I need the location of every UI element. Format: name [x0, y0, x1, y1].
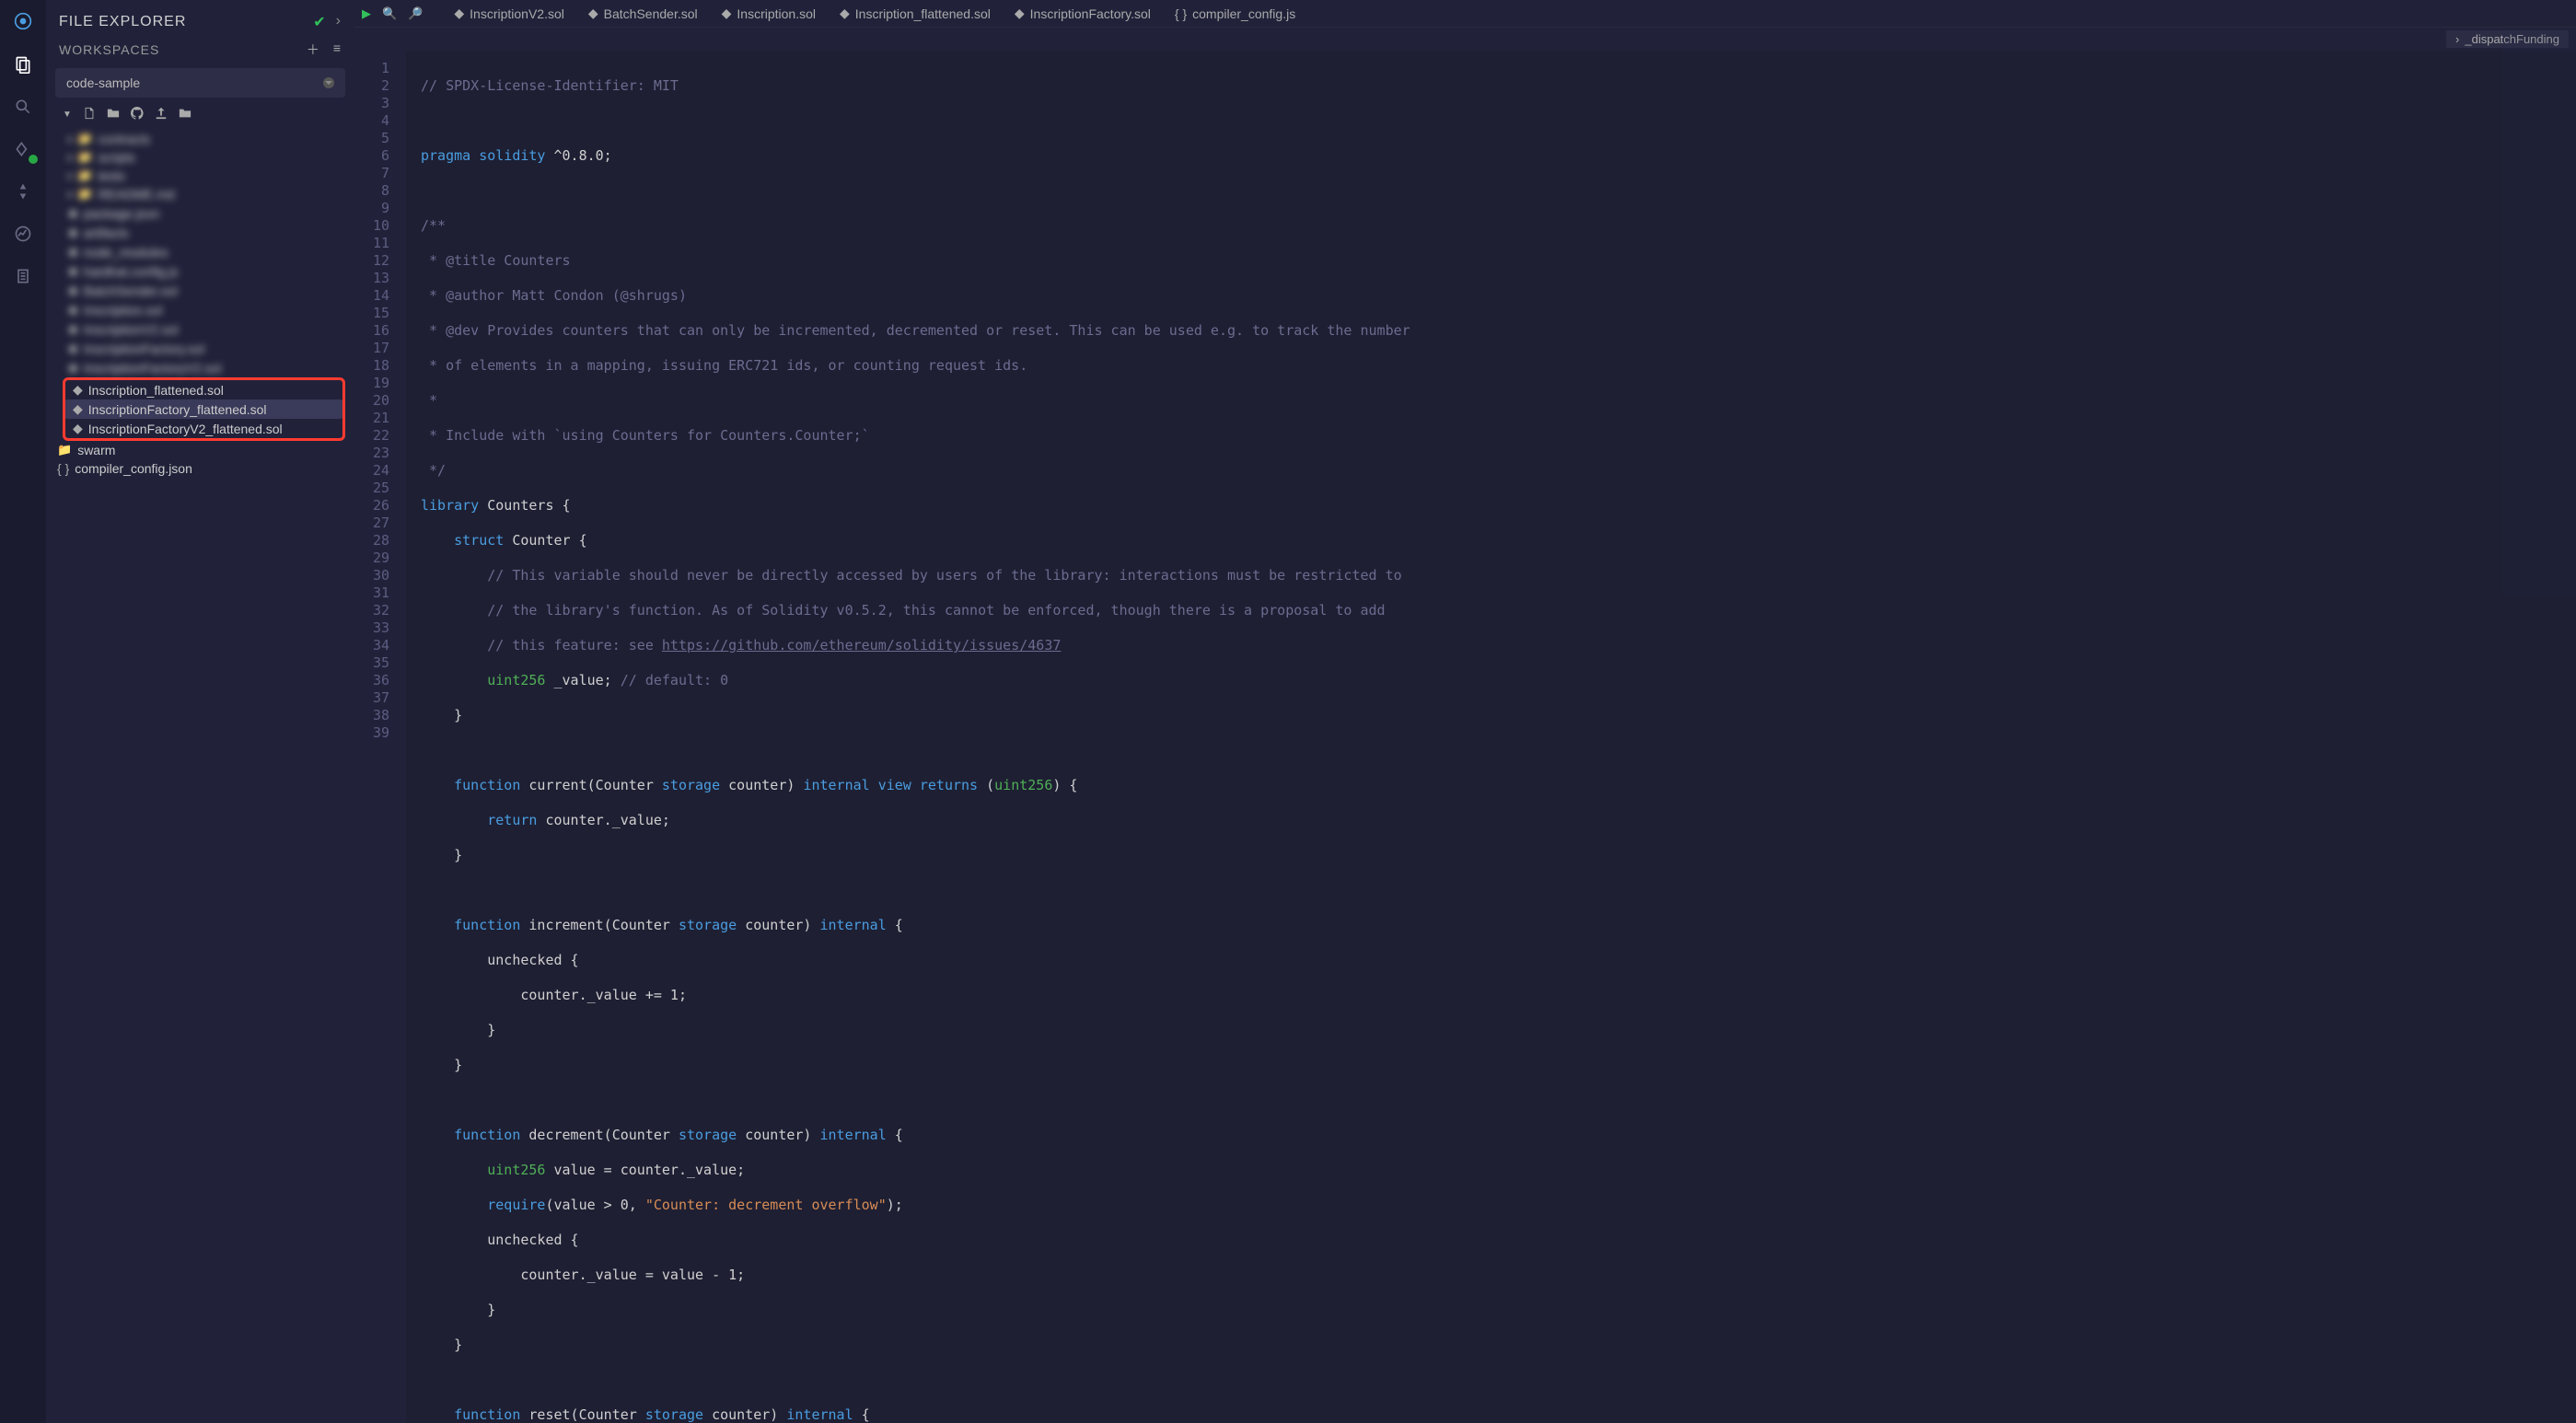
file-toolbar: ▼ [55, 103, 345, 126]
code-editor[interactable]: 1234567891011121314151617181920212223242… [354, 51, 2576, 1423]
tree-file[interactable]: ◆node_modules [64, 242, 345, 261]
tree-file[interactable]: ◆artifacts [64, 223, 345, 242]
chevron-right-icon[interactable]: › [336, 13, 342, 31]
play-icon[interactable]: ▶ [362, 6, 371, 21]
zoom-out-icon[interactable]: 🔍 [382, 6, 397, 21]
menu-icon[interactable]: ≡ [333, 40, 342, 59]
chevron-down-icon [323, 77, 334, 88]
tree-file[interactable]: ◆BatchSender.sol [64, 281, 345, 300]
deploy-icon[interactable] [10, 179, 36, 204]
check-icon[interactable]: ✔ [313, 13, 326, 31]
tab-inscription[interactable]: ◆Inscription.sol [711, 0, 827, 27]
upload-icon[interactable] [155, 107, 168, 122]
line-gutter: 1234567891011121314151617181920212223242… [354, 51, 406, 1423]
sidebar-title: FILE EXPLORER [59, 14, 186, 30]
tree-file-inscription-flattened[interactable]: ◆Inscription_flattened.sol [65, 380, 342, 399]
file-explorer-sidebar: FILE EXPLORER ✔ › WORKSPACES ＋ ≡ code-sa… [46, 0, 354, 1423]
tree-file[interactable]: ◆InscriptionV2.sol [64, 319, 345, 339]
activity-bar [0, 0, 46, 1423]
github-icon[interactable] [131, 107, 144, 122]
tree-file[interactable]: ◆package.json [64, 203, 345, 223]
tree-folder-swarm[interactable]: 📁swarm [53, 441, 345, 459]
tab-inscription-flattened[interactable]: ◆Inscription_flattened.sol [829, 0, 1002, 27]
search-icon[interactable] [10, 94, 36, 120]
new-file-icon[interactable] [83, 107, 96, 122]
debugger-icon[interactable] [10, 263, 36, 289]
workspace-selected: code-sample [66, 75, 140, 90]
tab-compiler-config[interactable]: { }compiler_config.js [1164, 0, 1306, 27]
tree-file[interactable]: ◆Inscription.sol [64, 300, 345, 319]
tab-inscriptionv2[interactable]: ◆InscriptionV2.sol [443, 0, 575, 27]
tree-file-inscriptionfactoryv2-flattened[interactable]: ◆InscriptionFactoryV2_flattened.sol [65, 419, 342, 438]
upload-folder-icon[interactable] [179, 107, 191, 122]
tree-folder[interactable]: ▸ 📁tests [64, 167, 345, 185]
workspaces-label: WORKSPACES [59, 42, 159, 57]
workspace-selector[interactable]: code-sample [55, 68, 345, 98]
editor-topbar: ▶ 🔍 🔎 ◆InscriptionV2.sol ◆BatchSender.so… [354, 0, 2576, 28]
tree-file-compiler-config[interactable]: { }compiler_config.json [53, 459, 345, 478]
breadcrumb-bar: › _dispatchFunding [354, 28, 2576, 51]
tree-file-inscriptionfactory-flattened[interactable]: ◆InscriptionFactory_flattened.sol [65, 399, 342, 419]
highlighted-files-group: ◆Inscription_flattened.sol ◆InscriptionF… [63, 377, 345, 441]
tree-folder[interactable]: ▸ 📁scripts [64, 148, 345, 167]
add-workspace-icon[interactable]: ＋ [307, 40, 320, 59]
compiler-icon[interactable] [10, 136, 36, 162]
editor-tabs: ◆InscriptionV2.sol ◆BatchSender.sol ◆Ins… [443, 0, 2569, 27]
tree-folder[interactable]: ▸ 📁README.md [64, 185, 345, 203]
chevron-down-icon[interactable]: ▼ [63, 110, 72, 120]
tab-inscriptionfactory[interactable]: ◆InscriptionFactory.sol [1004, 0, 1162, 27]
editor-area: ▶ 🔍 🔎 ◆InscriptionV2.sol ◆BatchSender.so… [354, 0, 2576, 1423]
new-folder-icon[interactable] [107, 107, 120, 122]
remix-logo-icon[interactable] [9, 7, 37, 35]
tree-file[interactable]: ◆hardhat.config.js [64, 261, 345, 281]
minimap[interactable] [2502, 28, 2576, 596]
chevron-right-icon: › [2455, 32, 2459, 46]
tree-folder[interactable]: ▸ 📁contracts [64, 130, 345, 148]
tree-file[interactable]: ◆InscriptionFactory.sol [64, 339, 345, 358]
zoom-in-icon[interactable]: 🔎 [408, 6, 423, 21]
analysis-icon[interactable] [10, 221, 36, 247]
file-explorer-icon[interactable] [10, 52, 36, 77]
tab-batchsender[interactable]: ◆BatchSender.sol [577, 0, 709, 27]
file-tree: ▸ 📁contracts ▸ 📁scripts ▸ 📁tests ▸ 📁READ… [55, 126, 345, 481]
code-content[interactable]: // SPDX-License-Identifier: MIT pragma s… [406, 51, 1410, 1423]
tree-file[interactable]: ◆InscriptionFactoryV2.sol [64, 358, 345, 377]
